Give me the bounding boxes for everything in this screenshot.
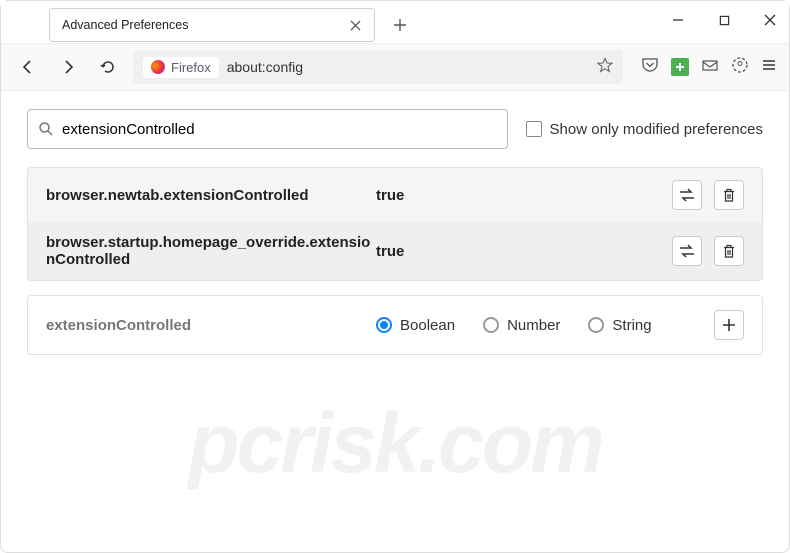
watermark: pcrisk.com: [1, 395, 789, 492]
menu-button[interactable]: [761, 57, 777, 78]
identity-label: Firefox: [171, 60, 211, 75]
url-bar[interactable]: Firefox about:config: [133, 50, 623, 84]
type-radio-string[interactable]: String: [588, 317, 651, 334]
navbar: Firefox about:config: [1, 43, 789, 91]
radio-icon: [483, 317, 499, 333]
extension-icon[interactable]: [671, 58, 689, 76]
inbox-icon[interactable]: [701, 56, 719, 79]
pref-value: true: [376, 187, 672, 204]
url-text: about:config: [227, 59, 589, 75]
pref-row[interactable]: browser.newtab.extensionControlled true: [28, 168, 762, 222]
delete-button[interactable]: [714, 236, 744, 266]
search-input[interactable]: [62, 121, 497, 138]
add-pref-button[interactable]: [714, 310, 744, 340]
close-window-button[interactable]: [761, 11, 779, 29]
content: Show only modified preferences browser.n…: [1, 91, 789, 373]
account-icon[interactable]: [731, 56, 749, 79]
new-pref-name: extensionControlled: [46, 317, 376, 334]
maximize-button[interactable]: [715, 11, 733, 29]
radio-label: Number: [507, 317, 560, 334]
pref-actions: [672, 236, 744, 266]
modified-only-checkbox[interactable]: Show only modified preferences: [526, 121, 763, 138]
back-button[interactable]: [13, 52, 43, 82]
browser-tab[interactable]: Advanced Preferences: [49, 8, 375, 42]
checkbox-icon: [526, 121, 542, 137]
pref-name: browser.startup.homepage_override.extens…: [46, 234, 376, 268]
close-tab-icon[interactable]: [348, 18, 362, 32]
radio-label: String: [612, 317, 651, 334]
type-radio-number[interactable]: Number: [483, 317, 560, 334]
new-tab-button[interactable]: [385, 10, 415, 40]
type-radios: Boolean Number String: [376, 317, 714, 334]
search-row: Show only modified preferences: [27, 109, 763, 149]
pref-value: true: [376, 243, 672, 260]
titlebar: Advanced Preferences: [1, 1, 789, 43]
search-icon: [38, 121, 54, 137]
pocket-icon[interactable]: [641, 56, 659, 79]
forward-button[interactable]: [53, 52, 83, 82]
delete-button[interactable]: [714, 180, 744, 210]
pref-actions: [672, 180, 744, 210]
checkbox-label: Show only modified preferences: [550, 121, 763, 138]
search-box[interactable]: [27, 109, 508, 149]
toggle-button[interactable]: [672, 236, 702, 266]
window-controls: [669, 11, 779, 29]
pref-name: browser.newtab.extensionControlled: [46, 187, 376, 204]
type-radio-boolean[interactable]: Boolean: [376, 317, 455, 334]
reload-button[interactable]: [93, 52, 123, 82]
tab-title: Advanced Preferences: [62, 18, 188, 32]
radio-icon: [588, 317, 604, 333]
radio-selected-icon: [376, 317, 392, 333]
pref-row[interactable]: browser.startup.homepage_override.extens…: [28, 222, 762, 280]
firefox-icon: [151, 60, 165, 74]
bookmark-star-icon[interactable]: [597, 57, 613, 78]
new-pref-row: extensionControlled Boolean Number Strin…: [27, 295, 763, 355]
minimize-button[interactable]: [669, 11, 687, 29]
toggle-button[interactable]: [672, 180, 702, 210]
toolbar-right: [641, 56, 777, 79]
site-identity[interactable]: Firefox: [143, 57, 219, 78]
preferences-list: browser.newtab.extensionControlled true …: [27, 167, 763, 281]
radio-label: Boolean: [400, 317, 455, 334]
